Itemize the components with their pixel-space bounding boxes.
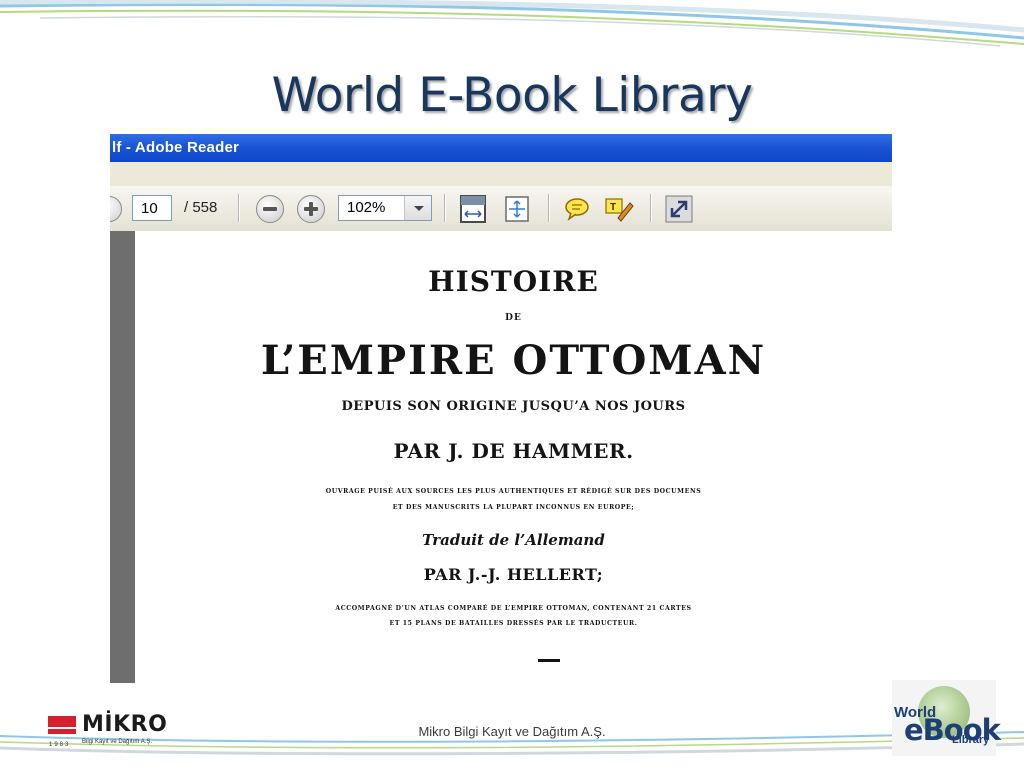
slide-title: World E-Book Library: [271, 68, 753, 123]
mikro-logo: MİKRO Bilgi Kayıt ve Dağıtım A.Ş. 1983: [46, 712, 167, 752]
zoom-out-button[interactable]: [256, 195, 284, 223]
page-number-input[interactable]: 10: [132, 195, 172, 221]
fit-width-icon[interactable]: [458, 194, 488, 224]
document-translator: PAR J.-J. HELLERT;: [423, 565, 604, 584]
window-titlebar: lf - Adobe Reader: [110, 134, 892, 162]
document-heading: L’EMPIRE OTTOMAN: [260, 337, 767, 384]
mikro-logo-mark-icon: [48, 716, 76, 734]
toolbar-separator: [238, 194, 239, 222]
navigation-sidebar[interactable]: [110, 231, 135, 683]
document-dash: [538, 659, 560, 662]
document-line: ET DES MANUSCRITS LA PLUPART INCONNUS EN…: [392, 504, 635, 511]
document-page: HISTOIRE DE L’EMPIRE OTTOMAN DEPUIS SON …: [135, 231, 892, 683]
document-title: HISTOIRE: [428, 265, 599, 298]
toolbar-separator: [650, 194, 651, 222]
window-title: lf - Adobe Reader: [112, 139, 240, 156]
svg-text:T: T: [610, 202, 616, 213]
reader-toolbar: 10 / 558 102% T: [110, 186, 892, 232]
comment-icon[interactable]: [562, 194, 592, 224]
full-screen-icon[interactable]: [664, 194, 694, 224]
document-line: DE: [505, 313, 522, 323]
document-line: ACCOMPAGNÉ D’UN ATLAS COMPARÉ DE L’EMPIR…: [335, 605, 692, 612]
decorative-swoosh-top: [0, 0, 1024, 47]
document-translation-note: Traduit de l’Allemand: [422, 531, 605, 549]
document-subtitle: DEPUIS SON ORIGINE JUSQU’A NOS JOURS: [341, 399, 686, 414]
document-line: ET 15 PLANS DE BATAILLES DRESSÉS PAR LE …: [389, 620, 638, 627]
highlight-text-icon[interactable]: T: [604, 194, 634, 224]
world-ebook-library-logo: World eBook Library: [892, 680, 1001, 756]
previous-page-button[interactable]: [110, 196, 122, 222]
menu-bar[interactable]: [110, 162, 892, 187]
logo-library-text: Library: [952, 734, 990, 746]
document-author: PAR J. DE HAMMER.: [393, 439, 634, 463]
page-total: / 558: [184, 199, 218, 216]
document-line: OUVRAGE PUISÉ AUX SOURCES LES PLUS AUTHE…: [325, 488, 702, 495]
zoom-in-button[interactable]: [297, 195, 325, 223]
mikro-logo-year: 1983: [49, 742, 71, 748]
toolbar-separator: [444, 194, 445, 222]
zoom-select[interactable]: 102%: [338, 195, 432, 221]
fit-page-icon[interactable]: [502, 194, 532, 224]
mikro-logo-tagline: Bilgi Kayıt ve Dağıtım A.Ş.: [82, 739, 153, 745]
adobe-reader-screenshot: lf - Adobe Reader 10 / 558 102% T HISTOI…: [110, 134, 892, 683]
mikro-logo-name: MİKRO: [82, 712, 168, 737]
toolbar-separator: [548, 194, 549, 222]
chevron-down-icon[interactable]: [404, 196, 431, 220]
zoom-value: 102%: [347, 199, 386, 216]
minus-icon: [263, 207, 277, 211]
